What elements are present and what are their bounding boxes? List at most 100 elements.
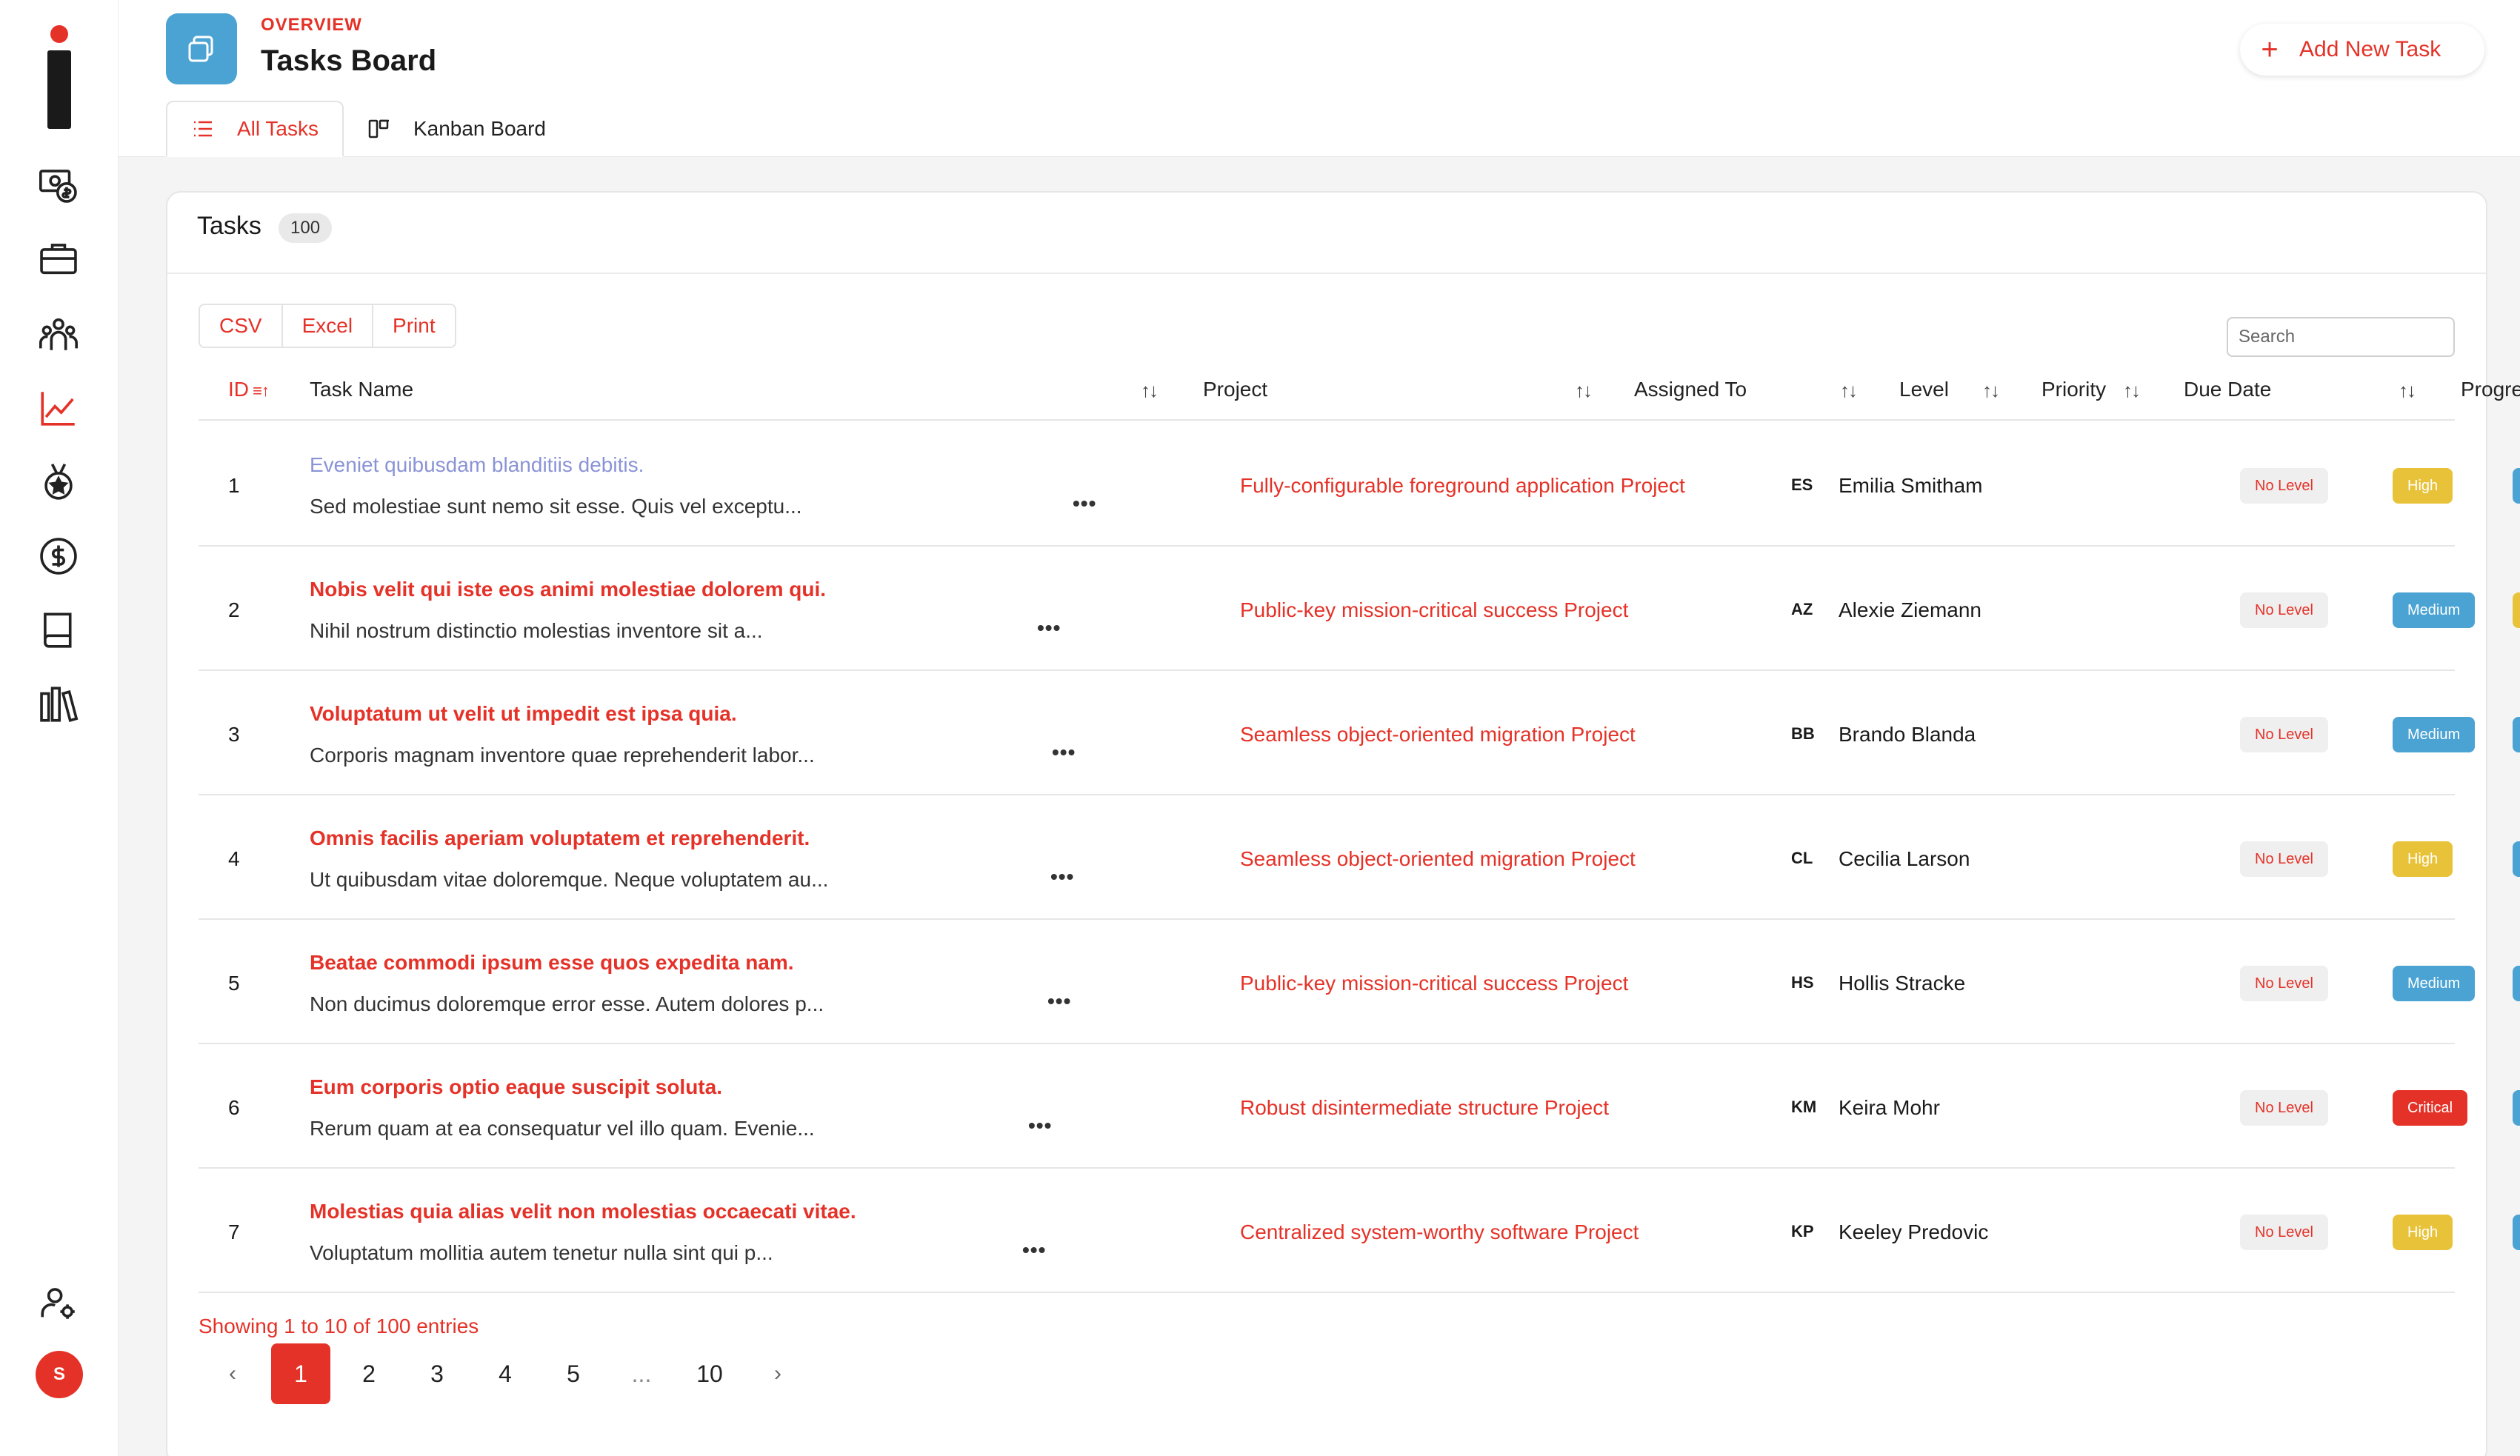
tasks-card: Tasks 100 CSV Excel Print ID ≡↑ Task Nam…: [166, 191, 2520, 1456]
project-link[interactable]: Robust disintermediate structure Project: [1240, 1096, 1609, 1120]
page-5-button[interactable]: 5: [539, 1360, 607, 1388]
project-link[interactable]: Fully-configurable foreground applicatio…: [1240, 474, 1685, 498]
task-name-link[interactable]: Eveniet quibusdam blanditiis debitis.: [310, 453, 644, 477]
table-row[interactable]: 2 Nobis velit qui iste eos animi molestia…: [199, 547, 2476, 671]
user-settings-icon[interactable]: [36, 1280, 81, 1326]
column-priority[interactable]: Priority: [2041, 378, 2106, 401]
assignee-initials: CL: [1791, 849, 1813, 867]
user-avatar[interactable]: S: [36, 1351, 83, 1398]
dollar-circle-icon[interactable]: [36, 533, 81, 579]
column-due-date[interactable]: Due Date: [2184, 378, 2271, 401]
table-row[interactable]: 5 Beatae commodi ipsum esse quos expedita…: [199, 920, 2476, 1044]
csv-button[interactable]: CSV: [200, 305, 283, 347]
task-description: Nihil nostrum distinctio molestias inven…: [310, 619, 763, 642]
level-badge: No Level: [2240, 468, 2328, 504]
column-progress[interactable]: Progress: [2461, 378, 2520, 401]
assignee-name: Alexie Ziemann: [1839, 598, 1981, 621]
task-name-link[interactable]: Eum corporis optio eaque suscipit soluta…: [310, 1075, 722, 1099]
more-options-icon[interactable]: •••: [1073, 492, 1096, 515]
column-level[interactable]: Level: [1899, 378, 1949, 401]
more-options-icon[interactable]: •••: [1050, 865, 1074, 889]
assignee-initials: BB: [1791, 724, 1815, 743]
priority-badge: High: [2393, 468, 2453, 504]
assignee-initials: AZ: [1791, 600, 1813, 618]
sort-icon[interactable]: ↑↓: [2123, 379, 2141, 402]
page-3-button[interactable]: 3: [403, 1360, 471, 1388]
task-name-link[interactable]: Beatae commodi ipsum esse quos expedita …: [310, 951, 794, 975]
page-4-button[interactable]: 4: [471, 1360, 539, 1388]
task-description: Rerum quam at ea consequatur vel illo qu…: [310, 1117, 815, 1140]
medal-icon[interactable]: [36, 459, 81, 505]
excel-button[interactable]: Excel: [283, 305, 374, 347]
chart-line-icon[interactable]: [36, 385, 81, 431]
level-badge: No Level: [2240, 1215, 2328, 1250]
more-options-icon[interactable]: •••: [1037, 616, 1061, 640]
book-icon[interactable]: [36, 607, 81, 653]
project-link[interactable]: Public-key mission-critical success Proj…: [1240, 972, 1628, 995]
project-link[interactable]: Seamless object-oriented migration Proje…: [1240, 847, 1636, 871]
table-row[interactable]: 3 Voluptatum ut velit ut impedit est ipsa…: [199, 671, 2476, 795]
next-page-icon[interactable]: ›: [744, 1361, 812, 1386]
briefcase-icon[interactable]: [36, 236, 81, 281]
assignee-name: Hollis Stracke: [1839, 972, 1966, 995]
add-new-task-button[interactable]: + Add New Task: [2240, 24, 2484, 76]
priority-badge: Critical: [2393, 1090, 2468, 1126]
table-row[interactable]: 6 Eum corporis optio eaque suscipit solut…: [199, 1044, 2468, 1169]
column-id[interactable]: ID ≡↑: [228, 378, 270, 401]
more-options-icon[interactable]: •••: [1022, 1238, 1046, 1262]
project-link[interactable]: Seamless object-oriented migration Proje…: [1240, 723, 1636, 747]
more-options-icon[interactable]: •••: [1028, 1114, 1052, 1138]
task-name-link[interactable]: Nobis velit qui iste eos animi molestiae…: [310, 578, 826, 601]
sort-icon[interactable]: ↑↓: [2399, 379, 2416, 402]
sort-icon[interactable]: ↑↓: [1840, 379, 1858, 402]
add-new-task-label: Add New Task: [2299, 37, 2441, 61]
print-button[interactable]: Print: [373, 305, 455, 347]
project-link[interactable]: Centralized system-worthy software Proje…: [1240, 1220, 1639, 1244]
more-options-icon[interactable]: •••: [1052, 741, 1076, 764]
list-icon: [194, 121, 212, 137]
tab-kanban-board[interactable]: Kanban Board: [344, 101, 570, 157]
more-options-icon[interactable]: •••: [1047, 989, 1071, 1013]
project-link[interactable]: Public-key mission-critical success Proj…: [1240, 598, 1628, 622]
previous-page-icon[interactable]: ‹: [199, 1361, 267, 1386]
assignee-initials: KM: [1791, 1098, 1817, 1116]
task-id: 4: [228, 847, 240, 870]
due-date-badge: Jun 04, 2024: [2513, 717, 2520, 752]
library-icon[interactable]: [36, 681, 81, 727]
sort-icon[interactable]: ↑↓: [1141, 379, 1159, 402]
table-row[interactable]: 1 Eveniet quibusdam blanditiis debitis. Se…: [199, 422, 2455, 547]
assignee-name: Emilia Smitham: [1839, 474, 1983, 497]
due-date-column: May 22, 2024 May 07, 2024 Jun 04, 2024 Jul …: [2513, 193, 2520, 1452]
sort-icon[interactable]: ↑↓: [1982, 379, 2000, 402]
page-1-button[interactable]: 1: [271, 1343, 330, 1404]
tab-all-tasks[interactable]: All Tasks: [166, 101, 344, 157]
task-name-link[interactable]: Omnis facilis aperiam voluptatem et repr…: [310, 826, 810, 850]
users-icon[interactable]: [36, 311, 81, 357]
due-date-badge: Jun 19, 2024: [2513, 1090, 2520, 1126]
table-row[interactable]: 7 Molestias quia alias velit non molestia…: [199, 1169, 2455, 1293]
sort-icon[interactable]: ↑↓: [1575, 379, 1593, 402]
app-logo[interactable]: [47, 25, 71, 129]
task-description: Corporis magnam inventore quae reprehend…: [310, 744, 815, 767]
table-row[interactable]: 4 Omnis facilis aperiam voluptatem et rep…: [199, 795, 2455, 920]
export-buttons: CSV Excel Print: [199, 304, 456, 348]
column-assigned-to[interactable]: Assigned To: [1634, 378, 1747, 401]
column-project[interactable]: Project: [1203, 378, 1267, 401]
column-task-name[interactable]: Task Name: [310, 378, 413, 401]
search-input[interactable]: [2227, 317, 2455, 357]
assignee-name: Keeley Predovic: [1839, 1220, 1989, 1243]
entries-summary: Showing 1 to 10 of 100 entries: [199, 1315, 479, 1338]
task-description: Voluptatum mollitia autem tenetur nulla …: [310, 1241, 773, 1264]
task-name-link[interactable]: Voluptatum ut velit ut impedit est ipsa …: [310, 702, 737, 726]
priority-badge: High: [2393, 1215, 2453, 1250]
page-2-button[interactable]: 2: [335, 1360, 403, 1388]
task-name-link[interactable]: Molestias quia alias velit non molestias…: [310, 1200, 856, 1223]
task-id: 2: [228, 598, 240, 621]
money-bill-icon[interactable]: [36, 161, 81, 207]
task-id: 6: [228, 1096, 240, 1119]
page-10-button[interactable]: 10: [676, 1360, 744, 1388]
table-header: ID ≡↑ Task Name ↑↓ Project ↑↓ Assigned T…: [199, 361, 2520, 421]
due-date-badge: Jun 06, 2024: [2513, 1215, 2520, 1250]
view-tabs: All Tasks Kanban Board: [166, 101, 570, 157]
level-badge: No Level: [2240, 1090, 2328, 1126]
